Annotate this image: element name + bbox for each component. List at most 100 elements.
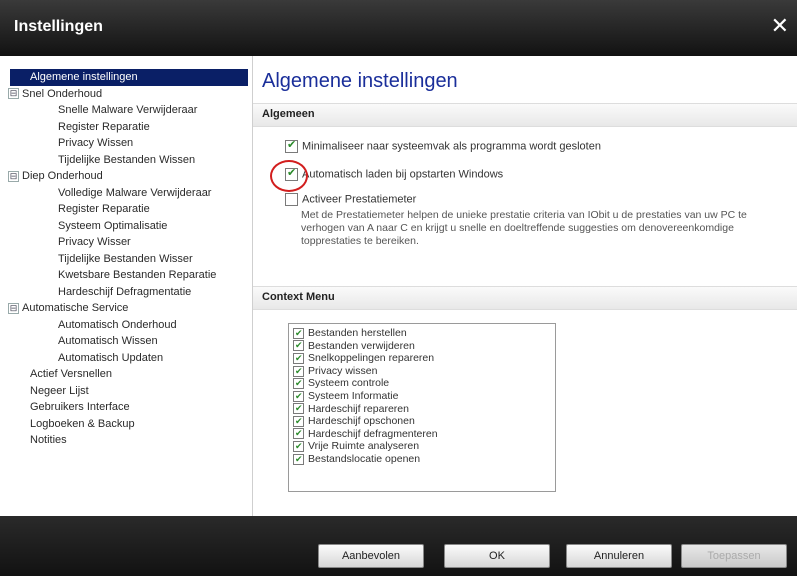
sidebar-item[interactable]: Systeem Optimalisatie [8, 218, 248, 235]
settings-window: Instellingen ✕ Algemene instellingen ⊟ Sne… [0, 0, 797, 576]
minimize-to-tray-option[interactable]: Minimaliseer naar systeemvak als program… [285, 138, 601, 153]
performance-meter-label: Activeer Prestatiemeter [302, 193, 417, 206]
sidebar-item-label: Automatisch Onderhoud [58, 318, 177, 331]
context-menu-item[interactable]: Privacy wissen [289, 365, 555, 378]
context-menu-item[interactable]: Systeem controle [289, 377, 555, 390]
sidebar-item-label: Kwetsbare Bestanden Reparatie [58, 269, 217, 281]
sidebar-item[interactable]: Tijdelijke Bestanden Wisser [8, 251, 248, 268]
sidebar-item[interactable]: Automatisch Updaten [8, 350, 248, 367]
sidebar-item[interactable]: Negeer Lijst [8, 383, 248, 400]
sidebar-item-label: Gebruikers Interface [30, 401, 130, 413]
page-title: Algemene instellingen [262, 70, 458, 92]
performance-meter-description: Met de Prestatiemeter helpen de unieke p… [301, 209, 747, 247]
sidebar-item[interactable]: Register Reparatie [8, 119, 248, 136]
sidebar-item-label: Actief Versnellen [30, 368, 112, 380]
context-menu-checkbox[interactable] [293, 427, 304, 440]
context-menu-item[interactable]: Bestanden herstellen [289, 327, 555, 340]
sidebar-item-label: Systeem Optimalisatie [58, 219, 168, 232]
context-menu-item[interactable]: Bestanden verwijderen [289, 339, 555, 353]
sidebar-item[interactable]: Volledige Malware Verwijderaar [8, 185, 248, 202]
context-menu-item-label: Bestanden herstellen [308, 327, 407, 339]
sidebar-item[interactable]: Snelle Malware Verwijderaar [8, 102, 248, 119]
sidebar-item-label: Snelle Malware Verwijderaar [58, 104, 198, 116]
sidebar-item-label: Volledige Malware Verwijderaar [58, 186, 212, 199]
sidebar-item-label: Tijdelijke Bestanden Wisser [58, 252, 193, 265]
apply-button[interactable]: Toepassen [681, 544, 787, 568]
collapse-icon[interactable]: ⊟ [8, 88, 19, 100]
sidebar-item-label: Diep Onderhoud [22, 170, 103, 182]
recommended-button[interactable]: Aanbevolen [318, 544, 424, 568]
sidebar-item-label: Register Reparatie [58, 203, 150, 215]
context-menu-item[interactable]: Hardeschijf opschonen [289, 415, 555, 428]
sidebar-item-label: Privacy Wissen [58, 137, 134, 149]
sidebar-item[interactable]: Privacy Wissen [8, 135, 248, 152]
settings-tree: Algemene instellingen ⊟ Snel Onderhoud Snel… [8, 69, 248, 449]
context-menu-item[interactable]: Hardeschijf defragmenteren [289, 427, 555, 441]
sidebar-item[interactable]: Automatisch Wissen [8, 333, 248, 350]
context-menu-checkbox[interactable] [293, 352, 304, 365]
context-menu-item-label: Hardeschijf defragmenteren [308, 427, 438, 440]
sidebar-item[interactable]: Automatisch Onderhoud [8, 317, 248, 334]
sidebar-item[interactable]: Logboeken & Backup [8, 416, 248, 433]
sidebar-item[interactable]: Actief Versnellen [8, 366, 248, 383]
context-menu-item[interactable]: Bestandslocatie openen [289, 453, 555, 466]
sidebar-item[interactable]: Gebruikers Interface [8, 399, 248, 416]
sidebar-item-label: Notities [30, 434, 67, 446]
sidebar-item[interactable]: Notities [8, 432, 248, 449]
sidebar-item[interactable]: ⊟ Snel Onderhoud [8, 86, 248, 103]
context-menu-checkbox[interactable] [293, 415, 304, 427]
context-menu-item[interactable]: Snelkoppelingen repareren [289, 352, 555, 365]
settings-panel: Algemene instellingen Algemeen Minimalis… [253, 56, 797, 516]
context-menu-item-label: Bestandslocatie openen [308, 452, 421, 465]
sidebar-item[interactable]: ⊟ Automatische Service [8, 300, 248, 317]
highlight-circle [270, 160, 308, 192]
sidebar-item[interactable]: Tijdelijke Bestanden Wissen [8, 152, 248, 169]
context-menu-checkbox[interactable] [293, 453, 304, 465]
sidebar-item[interactable]: Kwetsbare Bestanden Reparatie [8, 267, 248, 284]
title-bar: Instellingen ✕ [0, 0, 797, 56]
context-menu-checkbox[interactable] [293, 339, 304, 352]
sidebar-item-label: Privacy Wisser [58, 236, 131, 248]
sidebar-item-label: Tijdelijke Bestanden Wissen [58, 153, 196, 166]
sidebar-item[interactable]: Privacy Wisser [8, 234, 248, 251]
section-title-context-menu: Context Menu [262, 291, 335, 303]
collapse-icon[interactable]: ⊟ [8, 170, 19, 182]
collapse-icon[interactable]: ⊟ [8, 302, 19, 314]
settings-sidebar: Algemene instellingen ⊟ Snel Onderhoud Snel… [0, 56, 253, 516]
context-menu-item[interactable]: Hardeschijf repareren [289, 402, 555, 416]
context-menu-checkbox[interactable] [293, 365, 304, 377]
sidebar-item-label: Negeer Lijst [30, 384, 89, 397]
autostart-option[interactable]: Automatisch laden bij opstarten Windows [285, 166, 503, 181]
context-menu-checkbox[interactable] [293, 440, 304, 453]
context-menu-checkbox[interactable] [293, 327, 304, 339]
context-menu-item-label: Snelkoppelingen repareren [308, 352, 435, 365]
sidebar-item-label: Logboeken & Backup [30, 417, 135, 430]
ok-button[interactable]: OK [444, 544, 550, 568]
sidebar-item-label: Register Reparatie [58, 120, 150, 133]
context-menu-checkbox[interactable] [293, 390, 304, 402]
performance-meter-checkbox[interactable] [285, 193, 298, 206]
sidebar-item[interactable]: Algemene instellingen [10, 69, 248, 86]
section-header-context-menu: Context Menu [253, 286, 797, 310]
sidebar-item-label: Hardeschijf Defragmentatie [58, 285, 192, 298]
minimize-to-tray-checkbox[interactable] [285, 138, 298, 153]
context-menu-checkbox[interactable] [293, 377, 304, 390]
context-menu-list[interactable]: Bestanden herstellenBestanden verwijdere… [288, 323, 556, 492]
sidebar-item[interactable]: Hardeschijf Defragmentatie [8, 284, 248, 301]
context-menu-item-label: Bestanden verwijderen [308, 339, 415, 352]
sidebar-item-label: Automatisch Updaten [58, 351, 164, 364]
window-title: Instellingen [14, 18, 103, 35]
context-menu-item[interactable]: Vrije Ruimte analyseren [289, 440, 555, 453]
close-icon[interactable]: ✕ [771, 14, 789, 39]
cancel-button[interactable]: Annuleren [566, 544, 672, 568]
sidebar-item[interactable]: ⊟ Diep Onderhoud [8, 168, 248, 185]
context-menu-item-label: Systeem controle [308, 377, 390, 390]
sidebar-item[interactable]: Register Reparatie [8, 201, 248, 218]
sidebar-item-label: Snel Onderhoud [22, 87, 103, 100]
performance-meter-option[interactable]: Activeer Prestatiemeter [285, 193, 416, 206]
sidebar-item-label: Algemene instellingen [30, 71, 138, 83]
context-menu-item-label: Privacy wissen [308, 364, 378, 377]
context-menu-item[interactable]: Systeem Informatie [289, 390, 555, 403]
context-menu-checkbox[interactable] [293, 402, 304, 415]
context-menu-item-label: Hardeschijf repareren [308, 402, 409, 415]
